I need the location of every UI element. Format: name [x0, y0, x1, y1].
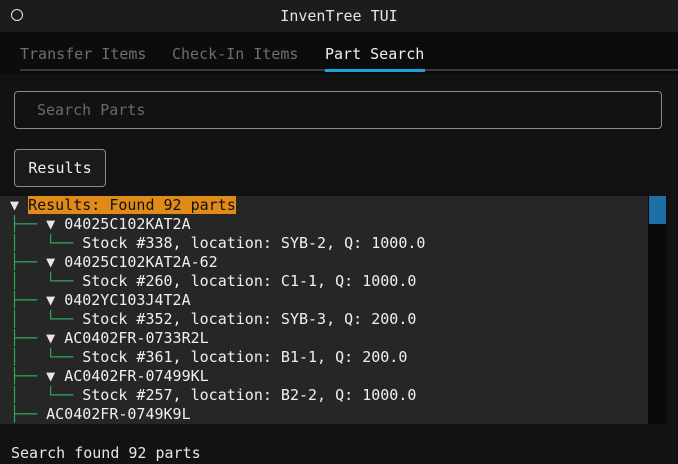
search-input[interactable]	[37, 101, 637, 119]
tab-transfer-items[interactable]: Transfer Items	[20, 45, 146, 63]
tree-guide: ├──	[10, 291, 47, 309]
part-name: 04025C102KAT2A	[64, 215, 191, 233]
results-button[interactable]: Results	[14, 149, 106, 187]
stock-item: Stock #338, location: SYB-2, Q: 1000.0	[82, 234, 426, 252]
vertical-scrollbar[interactable]	[648, 196, 667, 424]
app-title: InvenTree TUI	[280, 7, 398, 25]
tree-guide: │ └──	[10, 386, 83, 404]
tab-check-in-items[interactable]: Check-In Items	[172, 45, 298, 63]
expand-arrow-icon[interactable]: ▼	[46, 367, 55, 385]
search-field[interactable]	[14, 91, 662, 129]
tree-part-row[interactable]: ├── AC0402FR-0749K9L	[10, 405, 191, 424]
tree-guide: │ └──	[10, 272, 83, 290]
tree-stock-row[interactable]: │ └── Stock #352, location: SYB-3, Q: 20…	[10, 310, 416, 329]
stock-item: Stock #260, location: C1-1, Q: 1000.0	[82, 272, 417, 290]
tree-guide: ├──	[10, 405, 47, 423]
tree-stock-row[interactable]: │ └── Stock #260, location: C1-1, Q: 100…	[10, 272, 416, 291]
results-tree[interactable]: ▼ Results: Found 92 parts ├── ▼ 04025C10…	[0, 196, 648, 424]
expand-arrow-icon[interactable]: ▼	[46, 215, 55, 233]
status-bar: Search found 92 parts	[0, 444, 678, 464]
part-name: AC0402FR-07499KL	[64, 367, 209, 385]
expand-arrow-icon[interactable]: ▼	[10, 196, 19, 214]
tree-part-row[interactable]: ├── ▼ AC0402FR-0733R2L	[10, 329, 209, 348]
app-window: InvenTree TUI Transfer Items Check-In It…	[0, 0, 678, 464]
expand-arrow-icon[interactable]: ▼	[46, 329, 55, 347]
part-search-panel: Results ▼ Results: Found 92 parts ├── ▼ …	[0, 74, 678, 444]
stock-item: Stock #352, location: SYB-3, Q: 200.0	[82, 310, 417, 328]
tree-stock-row[interactable]: │ └── Stock #361, location: B1-1, Q: 200…	[10, 348, 407, 367]
tree-stock-row[interactable]: │ └── Stock #257, location: B2-2, Q: 100…	[10, 386, 416, 405]
tree-guide: │ └──	[10, 348, 83, 366]
active-tab-indicator	[325, 69, 425, 72]
part-name: AC0402FR-0749K9L	[46, 405, 191, 423]
expand-arrow-icon[interactable]: ▼	[46, 253, 55, 271]
tree-guide: ├──	[10, 329, 47, 347]
tree-part-row[interactable]: ├── ▼ 04025C102KAT2A-62	[10, 253, 218, 272]
tree-root-row[interactable]: ▼ Results: Found 92 parts	[10, 196, 236, 215]
tree-part-row[interactable]: ├── ▼ AC0402FR-07499KL	[10, 367, 209, 386]
tree-guide: ├──	[10, 367, 47, 385]
part-name: 0402YC103J4T2A	[64, 291, 191, 309]
tree-guide: ├──	[10, 215, 47, 233]
tree-part-row[interactable]: ├── ▼ 0402YC103J4T2A	[10, 291, 191, 310]
stock-item: Stock #361, location: B1-1, Q: 200.0	[82, 348, 408, 366]
tree-root-label: Results: Found 92 parts	[28, 196, 236, 214]
status-message: Search found 92 parts	[11, 444, 201, 462]
tree-part-row[interactable]: ├── ▼ 04025C102KAT2A	[10, 215, 191, 234]
tree-guide: ├──	[10, 253, 47, 271]
tree-guide: │ └──	[10, 310, 83, 328]
tree-stock-row[interactable]: │ └── Stock #338, location: SYB-2, Q: 10…	[10, 234, 425, 253]
title-bar: InvenTree TUI	[0, 0, 678, 32]
part-name: 04025C102KAT2A-62	[64, 253, 218, 271]
scrollbar-thumb[interactable]	[649, 196, 666, 224]
stock-item: Stock #257, location: B2-2, Q: 1000.0	[82, 386, 417, 404]
expand-arrow-icon[interactable]: ▼	[46, 291, 55, 309]
tab-part-search[interactable]: Part Search	[325, 45, 424, 63]
part-name: AC0402FR-0733R2L	[64, 329, 209, 347]
tree-guide: │ └──	[10, 234, 83, 252]
tab-bar: Transfer Items Check-In Items Part Searc…	[0, 32, 678, 74]
